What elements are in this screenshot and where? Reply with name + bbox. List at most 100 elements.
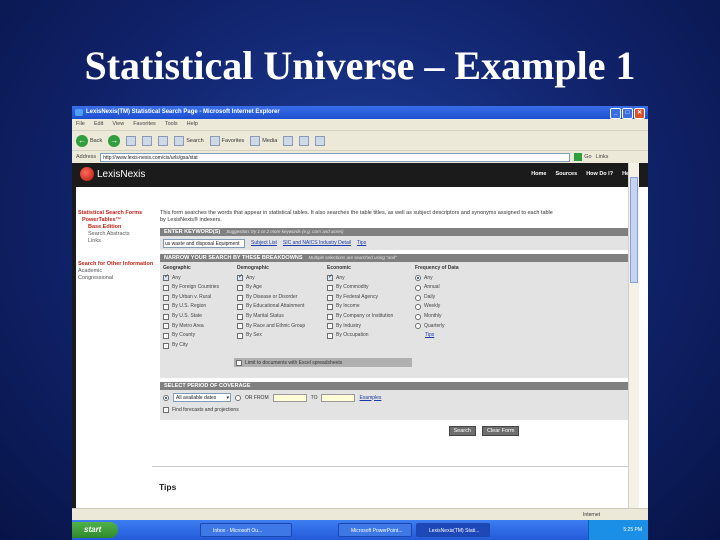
minimize-icon[interactable]: _ <box>610 108 621 119</box>
checkbox[interactable] <box>327 332 333 339</box>
home-icon[interactable] <box>158 135 169 146</box>
radio[interactable] <box>415 323 421 330</box>
economic-option[interactable]: By Company or Institution <box>327 312 409 322</box>
refresh-icon[interactable] <box>142 135 153 146</box>
frequency-tips-link[interactable]: Tips <box>415 331 497 341</box>
checkbox-checked[interactable] <box>327 273 333 283</box>
forecast-option[interactable]: Find forecasts and projections <box>163 407 239 413</box>
links-label[interactable]: Links <box>596 154 609 160</box>
leftnav-item-links[interactable]: Links <box>78 238 158 245</box>
history-icon[interactable] <box>283 135 294 146</box>
checkbox[interactable] <box>163 342 169 349</box>
keyword-input[interactable]: us waste and disposal Equipment <box>163 238 245 248</box>
economic-option[interactable]: By Occupation <box>327 331 409 341</box>
checkbox[interactable] <box>236 359 242 366</box>
frequency-option[interactable]: Daily <box>415 293 497 303</box>
leftnav-title[interactable]: Statistical Search Forms <box>78 210 158 217</box>
leftnav-item-search-abstracts[interactable]: Search Abstracts <box>78 231 158 238</box>
checkbox[interactable] <box>163 407 169 413</box>
geographic-option[interactable]: Any <box>163 273 245 284</box>
checkbox[interactable] <box>327 294 333 301</box>
clear-form-button[interactable]: Clear Form <box>481 426 520 436</box>
menu-tools[interactable]: Tools <box>165 119 178 130</box>
menu-edit[interactable]: Edit <box>94 119 103 130</box>
forward-arrow-icon[interactable]: → <box>108 134 121 147</box>
radio-selected[interactable] <box>415 275 421 282</box>
subject-list-link[interactable]: Subject List <box>251 240 277 246</box>
to-date-input[interactable] <box>321 393 356 402</box>
media-button[interactable]: Media <box>250 135 277 146</box>
geographic-option[interactable]: By Metro Area <box>163 322 245 332</box>
taskbar-item-inbox[interactable]: Inbox - Microsoft Ou... <box>200 523 292 537</box>
frequency-option[interactable]: Monthly <box>415 312 497 322</box>
scrollbar-thumb[interactable] <box>630 177 638 283</box>
leftnav-item-academic[interactable]: Academic <box>78 268 158 275</box>
checkbox-checked[interactable] <box>237 273 243 283</box>
leftnav-other-title[interactable]: Search for Other Information <box>78 261 158 268</box>
back-button[interactable]: ← Back <box>76 134 102 147</box>
frequency-option[interactable]: Quarterly <box>415 322 497 332</box>
examples-link[interactable]: Examples <box>359 395 381 401</box>
economic-option[interactable]: Any <box>327 273 409 284</box>
frequency-option[interactable]: Weekly <box>415 302 497 312</box>
vertical-scrollbar[interactable] <box>628 163 639 521</box>
leftnav-product[interactable]: PowerTables™ <box>78 217 158 224</box>
nav-home[interactable]: Home <box>531 171 546 177</box>
checkbox[interactable] <box>327 304 333 311</box>
period-select[interactable]: All available dates <box>173 393 231 403</box>
go-button[interactable]: Go <box>574 153 592 161</box>
leftnav-edition[interactable]: Base Edition <box>78 224 158 231</box>
address-input[interactable]: http://www.lexis-nexis.com/cis/urls/gsa/… <box>100 152 571 162</box>
maximize-icon[interactable]: □ <box>622 108 633 119</box>
demographic-option[interactable]: By Age <box>237 283 319 293</box>
radio-selected[interactable] <box>163 394 169 401</box>
print-icon[interactable] <box>315 135 326 146</box>
checkbox-checked[interactable] <box>163 273 169 283</box>
geographic-option[interactable]: By County <box>163 331 245 341</box>
menu-file[interactable]: File <box>76 119 85 130</box>
lexisnexis-logo[interactable]: LexisNexis <box>80 167 145 181</box>
geographic-option[interactable]: By Urban v. Rural <box>163 293 245 303</box>
from-date-input[interactable] <box>272 393 307 402</box>
mail-icon[interactable] <box>299 135 310 146</box>
sic-naics-link[interactable]: SIC and NAICS Industry Detail <box>283 240 351 246</box>
nav-how-do-i[interactable]: How Do I? <box>586 171 613 177</box>
taskbar-item-lexisnexis[interactable]: LexisNexis(TM) Stati... <box>416 523 490 537</box>
checkbox[interactable] <box>237 313 243 320</box>
excel-limit-option[interactable]: Limit to documents with Excel spreadshee… <box>234 358 412 367</box>
demographic-option[interactable]: By Race and Ethnic Group <box>237 322 319 332</box>
geographic-option[interactable]: By U.S. Region <box>163 302 245 312</box>
leftnav-item-congressional[interactable]: Congressional <box>78 275 158 282</box>
keyword-tips-link[interactable]: Tips <box>357 240 366 246</box>
radio[interactable] <box>235 394 241 401</box>
radio[interactable] <box>415 304 421 311</box>
menu-help[interactable]: Help <box>187 119 198 130</box>
radio[interactable] <box>415 294 421 301</box>
radio[interactable] <box>415 313 421 320</box>
stop-icon[interactable] <box>126 135 137 146</box>
taskbar-item-powerpoint[interactable]: Microsoft PowerPoint... <box>338 523 412 537</box>
checkbox[interactable] <box>163 332 169 339</box>
checkbox[interactable] <box>237 332 243 339</box>
economic-option[interactable]: By Federal Agency <box>327 293 409 303</box>
checkbox[interactable] <box>237 284 243 291</box>
checkbox[interactable] <box>237 294 243 301</box>
demographic-option[interactable]: By Sex <box>237 331 319 341</box>
demographic-option[interactable]: Any <box>237 273 319 284</box>
checkbox[interactable] <box>327 313 333 320</box>
checkbox[interactable] <box>327 284 333 291</box>
search-button[interactable]: Search <box>174 135 204 146</box>
search-button[interactable]: Search <box>448 426 476 436</box>
nav-sources[interactable]: Sources <box>555 171 577 177</box>
frequency-option[interactable]: Annual <box>415 283 497 293</box>
close-icon[interactable]: ✕ <box>634 108 645 119</box>
geographic-option[interactable]: By U.S. State <box>163 312 245 322</box>
geographic-option[interactable]: By City <box>163 341 245 351</box>
checkbox[interactable] <box>237 304 243 311</box>
checkbox[interactable] <box>163 294 169 301</box>
frequency-option[interactable]: Any <box>415 274 497 284</box>
economic-option[interactable]: By Industry <box>327 322 409 332</box>
demographic-option[interactable]: By Marital Status <box>237 312 319 322</box>
start-button[interactable]: start <box>72 522 118 538</box>
checkbox[interactable] <box>163 313 169 320</box>
